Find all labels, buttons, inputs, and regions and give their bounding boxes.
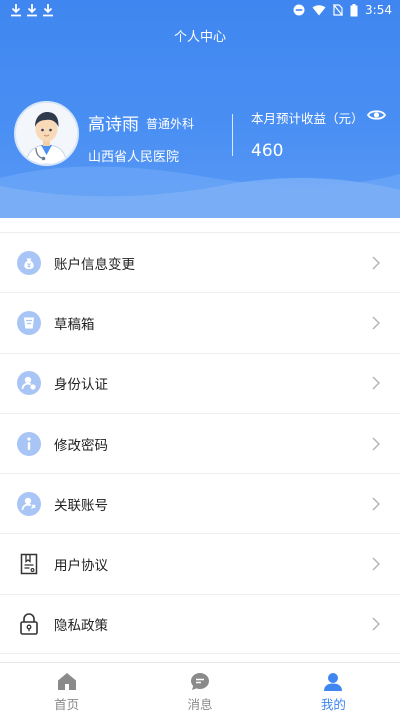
menu-item-identity-verify[interactable]: 身份认证 [0,352,400,413]
person-icon [324,673,343,691]
menu-item-user-agreement[interactable]: 用户协议 [0,533,400,593]
bottom-tab-bar: 首页 消息 我的 [0,662,400,711]
header-divider [232,114,233,156]
moneybag-icon [17,250,41,275]
menu-item-change-password[interactable]: 修改密码 [0,412,400,473]
tab-mine[interactable]: 我的 [267,663,400,711]
id-verify-icon [17,371,41,396]
menu-item-account-info[interactable]: 账户信息变更 [0,232,400,292]
chevron-right-icon [372,557,380,571]
chevron-right-icon [372,497,380,511]
doctor-avatar-icon [16,103,77,164]
tab-label: 我的 [320,697,346,711]
profile-header: 3:54 个人中心 高诗雨 普通外科 山西省人民医院 本月预计收益（元） 460 [0,0,400,218]
agreement-doc-icon [20,553,38,575]
header-wave-front [0,177,400,218]
status-time: 3:54 [365,3,392,17]
link-user-icon [17,491,41,516]
download-icon [43,4,53,17]
wifi-icon [312,5,326,16]
chevron-right-icon [372,437,380,451]
menu-item-label: 身份认证 [54,377,108,394]
income-value: 460 [251,141,284,161]
menu-item-label: 账户信息变更 [54,256,135,273]
menu-item-privacy-policy[interactable]: 隐私政策 [0,593,400,655]
status-bar: 3:54 [0,0,400,22]
chevron-right-icon [372,316,380,330]
doctor-department: 普通外科 [146,117,195,131]
dnd-icon [293,4,305,16]
download-icon [27,4,37,17]
menu-item-label: 草稿箱 [54,316,95,333]
draft-cup-icon [17,310,41,335]
battery-icon [350,3,358,16]
message-icon [190,673,209,690]
tab-home[interactable]: 首页 [0,663,133,711]
chevron-right-icon [372,617,380,631]
menu-item-label: 用户协议 [54,558,108,575]
menu-item-drafts[interactable]: 草稿箱 [0,292,400,352]
info-icon [17,431,41,456]
eye-icon[interactable] [367,108,386,122]
menu-item-linked-accounts[interactable]: 关联账号 [0,473,400,533]
chevron-right-icon [372,256,380,270]
settings-menu: 账户信息变更 草稿箱 身份认证 修改密码 关联账号 用户协议 隐私政策 [0,232,400,655]
tab-label: 消息 [187,697,213,711]
home-icon [57,673,76,690]
lock-icon [20,613,38,635]
tab-label: 首页 [54,697,80,711]
doctor-name: 高诗雨 [88,115,139,135]
menu-item-label: 隐私政策 [54,617,108,634]
tab-messages[interactable]: 消息 [133,663,266,711]
avatar[interactable] [14,101,79,166]
no-sim-icon [333,4,344,16]
menu-item-label: 关联账号 [54,497,108,514]
hospital-name: 山西省人民医院 [88,150,180,165]
page-title: 个人中心 [173,30,226,45]
menu-item-label: 修改密码 [54,437,108,454]
chevron-right-icon [372,376,380,390]
income-label: 本月预计收益（元） [251,111,364,126]
download-icon [11,4,21,17]
